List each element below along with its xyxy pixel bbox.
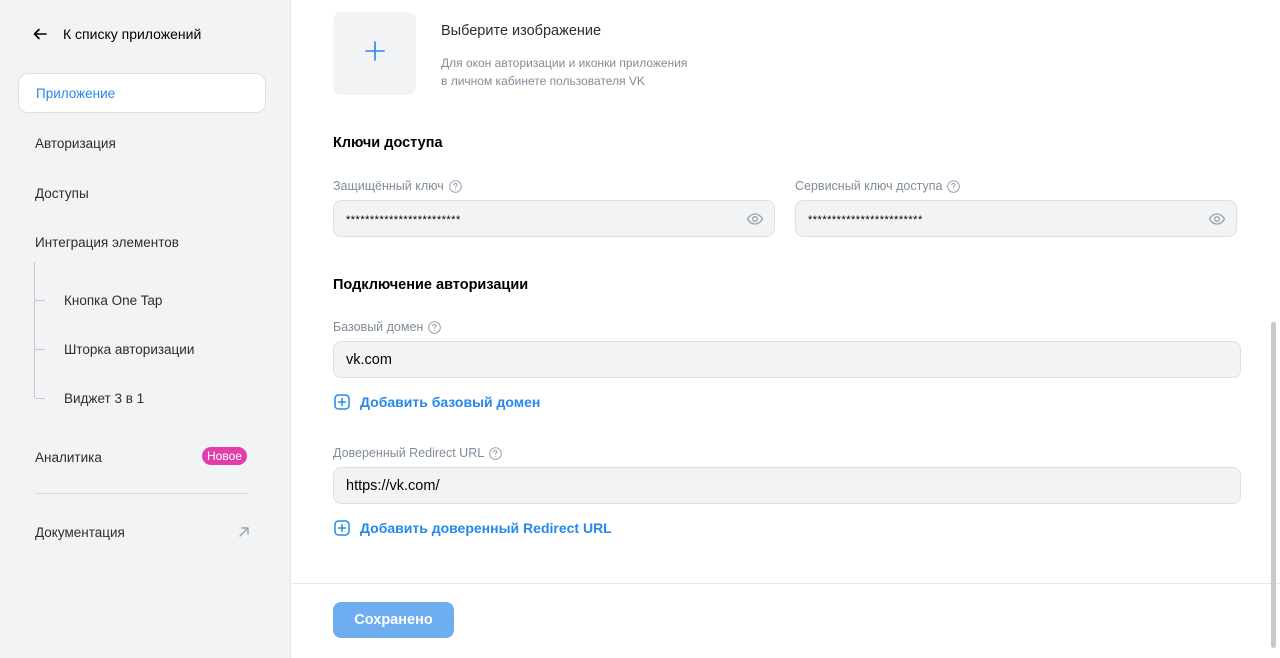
sidebar-item-label: Аналитика: [35, 449, 102, 465]
sidebar-item-label: Документация: [35, 524, 125, 540]
image-upload-title: Выберите изображение: [441, 23, 602, 39]
protected-key-label: Защищённый ключ: [333, 179, 462, 193]
sidebar-item-access[interactable]: Доступы: [18, 173, 266, 213]
scrollbar-thumb[interactable]: [1271, 322, 1276, 648]
protected-key-value: ************************: [346, 214, 461, 226]
description-line: в личном кабинете пользователя VK: [441, 74, 645, 88]
submenu-tick: [35, 300, 45, 301]
help-icon[interactable]: [489, 446, 502, 460]
sidebar-item-label: Авторизация: [35, 135, 116, 151]
redirect-url-input[interactable]: https://vk.com/: [333, 467, 1241, 504]
sidebar-item-docs[interactable]: Документация: [18, 512, 266, 552]
label-text: Защищённый ключ: [333, 179, 444, 193]
protected-key-field[interactable]: ************************: [333, 200, 775, 237]
sidebar-divider: [35, 493, 249, 494]
back-to-apps-link[interactable]: К списку приложений: [33, 26, 201, 42]
base-domain-label: Базовый домен: [333, 320, 442, 334]
sidebar: К списку приложений Приложение Авторизац…: [0, 0, 291, 658]
image-upload-button[interactable]: [333, 12, 416, 95]
sidebar-item-label: Приложение: [36, 85, 116, 101]
redirect-url-label: Доверенный Redirect URL: [333, 446, 502, 460]
new-badge: Новое: [202, 447, 247, 465]
sidebar-subitem-widget[interactable]: Виджет 3 в 1: [64, 391, 144, 406]
image-upload-description: Для окон авторизации и иконки приложения…: [441, 54, 761, 90]
add-base-domain-link[interactable]: Добавить базовый домен: [334, 394, 540, 410]
service-key-label: Сервисный ключ доступа: [795, 179, 961, 193]
redirect-url-value: https://vk.com/: [346, 477, 440, 494]
service-key-field[interactable]: ************************: [795, 200, 1237, 237]
footer-divider: [292, 583, 1280, 584]
main-content: Выберите изображение Для окон авторизаци…: [292, 0, 1280, 658]
back-link-label: К списку приложений: [63, 26, 202, 42]
submenu-tree-line: [34, 262, 35, 398]
arrow-left-icon: [33, 27, 47, 41]
keys-section-title: Ключи доступа: [333, 135, 443, 151]
base-domain-value: vk.com: [346, 351, 392, 368]
service-key-value: ************************: [808, 214, 923, 226]
plus-icon: [364, 40, 386, 67]
sidebar-item-integration[interactable]: Интеграция элементов: [18, 222, 266, 262]
eye-icon[interactable]: [1208, 211, 1226, 227]
sidebar-item-label: Интеграция элементов: [35, 234, 179, 250]
sidebar-item-authorization[interactable]: Авторизация: [18, 123, 266, 163]
sidebar-subitem-one-tap[interactable]: Кнопка One Tap: [64, 293, 162, 308]
add-link-label: Добавить доверенный Redirect URL: [360, 520, 612, 536]
auth-section-title: Подключение авторизации: [333, 277, 529, 293]
help-icon[interactable]: [448, 179, 462, 193]
help-icon[interactable]: [428, 320, 442, 334]
description-line: Для окон авторизации и иконки приложения: [441, 56, 688, 70]
plus-square-icon: [334, 520, 350, 536]
label-text: Сервисный ключ доступа: [795, 179, 943, 193]
sidebar-subitem-auth-curtain[interactable]: Шторка авторизации: [64, 342, 194, 357]
label-text: Доверенный Redirect URL: [333, 446, 485, 460]
add-link-label: Добавить базовый домен: [360, 394, 541, 410]
label-text: Базовый домен: [333, 320, 424, 334]
plus-square-icon: [334, 394, 350, 410]
submenu-tick: [35, 398, 45, 399]
help-icon[interactable]: [947, 179, 961, 193]
sidebar-item-label: Доступы: [35, 185, 89, 201]
sidebar-item-app[interactable]: Приложение: [18, 73, 266, 113]
base-domain-input[interactable]: vk.com: [333, 341, 1241, 378]
add-redirect-url-link[interactable]: Добавить доверенный Redirect URL: [334, 520, 612, 536]
submenu-tick: [35, 349, 45, 350]
save-button[interactable]: Сохранено: [333, 602, 454, 638]
eye-icon[interactable]: [746, 211, 764, 227]
external-link-icon: [238, 525, 250, 537]
